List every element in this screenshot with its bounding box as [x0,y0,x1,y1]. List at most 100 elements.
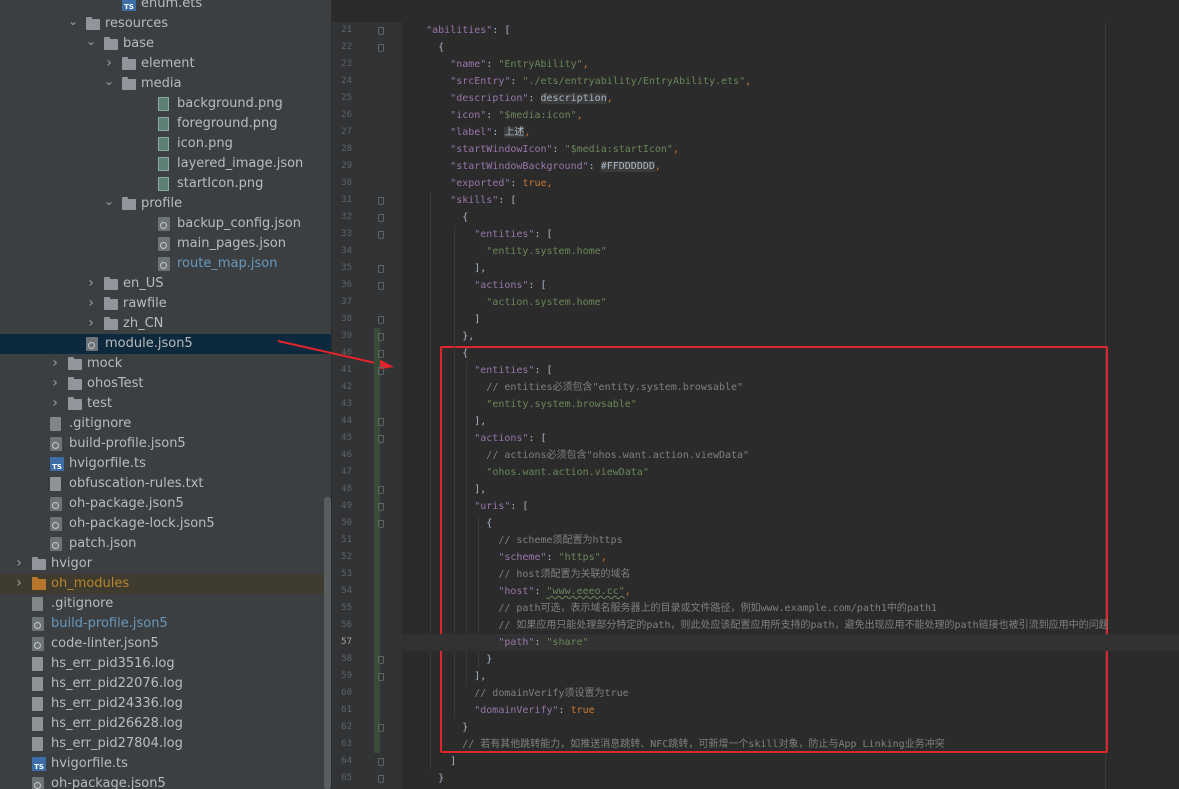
tree-item-obfuscation-rules[interactable]: obfuscation-rules.txt [0,474,331,494]
code-line[interactable]: "label": 上述, [402,124,530,141]
code-line[interactable]: ] [402,753,456,770]
code-line[interactable]: ], [402,413,486,430]
tree-item-code-linter-json5[interactable]: code-linter.json5 [0,634,331,654]
fold-marker-icon[interactable] [378,418,384,426]
code-line[interactable]: "entity.system.home" [402,243,606,260]
fold-marker-icon[interactable] [378,27,384,35]
code-line[interactable]: { [402,209,468,226]
code-line[interactable]: // host须配置为关联的域名 [402,566,630,583]
chevron-right-icon[interactable]: › [103,54,115,74]
tree-item-profile[interactable]: ⌄ profile [0,194,331,214]
tree-item-hvigorfile-ts-2[interactable]: TS hvigorfile.ts [0,754,331,774]
fold-marker-icon[interactable] [378,775,384,783]
tree-item-oh-modules[interactable]: › oh_modules [0,574,331,594]
tree-item-module-json5[interactable]: module.json5 [0,334,331,354]
code-line[interactable]: "scheme": "https", [402,549,606,566]
code-line[interactable]: "srcEntry": "./ets/entryability/EntryAbi… [402,73,751,90]
fold-marker-icon[interactable] [378,486,384,494]
code-line[interactable]: ] [402,311,480,328]
tree-item-oh-package-json5-1[interactable]: oh-package.json5 [0,494,331,514]
tree-item-mock[interactable]: › mock [0,354,331,374]
code-line[interactable]: // 若有其他跳转能力，如推送消息跳转、NFC跳转，可新增一个skill对象，防… [402,736,944,753]
code-line[interactable]: "abilities": [ [402,22,510,39]
tree-item-patch-json[interactable]: patch.json [0,534,331,554]
code-line[interactable]: "description": description, [402,90,613,107]
fold-marker-icon[interactable] [378,316,384,324]
chevron-right-icon[interactable]: › [13,554,25,574]
code-line[interactable]: "uris": [ [402,498,528,515]
tree-item-base[interactable]: ⌄ base [0,34,331,54]
code-line[interactable]: { [402,345,468,362]
code-line[interactable]: // entities必须包含"entity.system.browsable" [402,379,743,396]
code-line[interactable]: // path可选，表示域名服务器上的目录或文件路径，例如www.example… [402,600,937,617]
code-line[interactable]: "exported": true, [402,175,552,192]
tree-item-ohostest[interactable]: › ohosTest [0,374,331,394]
tree-item-en-us[interactable]: › en_US [0,274,331,294]
fold-marker-icon[interactable] [378,656,384,664]
chevron-right-icon[interactable]: › [13,574,25,594]
code-line[interactable]: "domainVerify": true [402,702,594,719]
tree-item-zh-cn[interactable]: › zh_CN [0,314,331,334]
chevron-down-icon[interactable]: ⌄ [67,14,79,34]
chevron-right-icon[interactable]: › [85,274,97,294]
tree-item-hs-err-26628[interactable]: hs_err_pid26628.log [0,714,331,734]
chevron-down-icon[interactable]: ⌄ [85,34,97,54]
tree-item-layered-image-json[interactable]: layered_image.json [0,154,331,174]
tree-item-main-pages-json[interactable]: main_pages.json [0,234,331,254]
tree-item-enum-ets[interactable]: TS enum.ets [0,0,331,14]
tree-item-test[interactable]: › test [0,394,331,414]
tree-item-hs-err-22076[interactable]: hs_err_pid22076.log [0,674,331,694]
code-line[interactable]: { [402,39,444,56]
chevron-right-icon[interactable]: › [85,294,97,314]
chevron-right-icon[interactable]: › [85,314,97,334]
code-line[interactable]: } [402,770,444,787]
chevron-right-icon[interactable]: › [49,374,61,394]
chevron-right-icon[interactable]: › [49,394,61,414]
code-line[interactable]: } [402,651,492,668]
code-line[interactable]: "ohos.want.action.viewData" [402,464,649,481]
code-line[interactable]: ], [402,260,486,277]
code-line[interactable]: // actions必须包含"ohos.want.action.viewData… [402,447,749,464]
code-line[interactable]: "path": "share" [402,634,1179,651]
tree-item-build-profile-json5-1[interactable]: build-profile.json5 [0,434,331,454]
tree-item-foreground-png[interactable]: foreground.png [0,114,331,134]
tree-item-oh-package-json5-2[interactable]: oh-package.json5 [0,774,331,789]
tree-item-gitignore-2[interactable]: .gitignore [0,594,331,614]
tree-item-hs-err-24336[interactable]: hs_err_pid24336.log [0,694,331,714]
code-line[interactable]: }, [402,328,474,345]
code-line[interactable]: ], [402,668,486,685]
chevron-down-icon[interactable]: ⌄ [103,74,115,94]
tree-item-media[interactable]: ⌄ media [0,74,331,94]
tree-item-build-profile-json5-2[interactable]: build-profile.json5 [0,614,331,634]
code-line[interactable]: // domainVerify须设置为true [402,685,628,702]
code-line[interactable]: // scheme须配置为https [402,532,622,549]
tree-item-icon-png[interactable]: icon.png [0,134,331,154]
fold-marker-icon[interactable] [378,520,384,528]
fold-marker-icon[interactable] [378,265,384,273]
tree-item-oh-package-lock-json5[interactable]: oh-package-lock.json5 [0,514,331,534]
code-line[interactable]: "skills": [ [402,192,516,209]
fold-marker-icon[interactable] [378,282,384,290]
code-line[interactable]: "name": "EntryAbility", [402,56,589,73]
fold-marker-icon[interactable] [378,367,384,375]
code-line[interactable]: "startWindowBackground": #FFDDDDDD, [402,158,661,175]
tree-item-backup-config-json[interactable]: backup_config.json [0,214,331,234]
tree-item-rawfile[interactable]: › rawfile [0,294,331,314]
tree-item-hvigor[interactable]: › hvigor [0,554,331,574]
fold-marker-icon[interactable] [378,503,384,511]
tree-item-starticon-png[interactable]: startIcon.png [0,174,331,194]
project-tree-scrollbar[interactable] [324,497,331,789]
code-line[interactable]: "actions": [ [402,430,546,447]
code-line[interactable]: // 如果应用只能处理部分特定的path，则此处应该配置应用所支持的path，避… [402,617,1108,634]
tree-item-hs-err-27804[interactable]: hs_err_pid27804.log [0,734,331,754]
code-line[interactable]: "entity.system.browsable" [402,396,637,413]
fold-marker-icon[interactable] [378,758,384,766]
code-line[interactable]: "entities": [ [402,226,552,243]
fold-marker-icon[interactable] [378,724,384,732]
code-line[interactable]: "startWindowIcon": "$media:startIcon", [402,141,679,158]
code-line[interactable]: "action.system.home" [402,294,606,311]
code-line[interactable]: "actions": [ [402,277,546,294]
tree-item-gitignore-1[interactable]: .gitignore [0,414,331,434]
vcs-change-marker[interactable] [374,328,380,753]
fold-marker-icon[interactable] [378,350,384,358]
